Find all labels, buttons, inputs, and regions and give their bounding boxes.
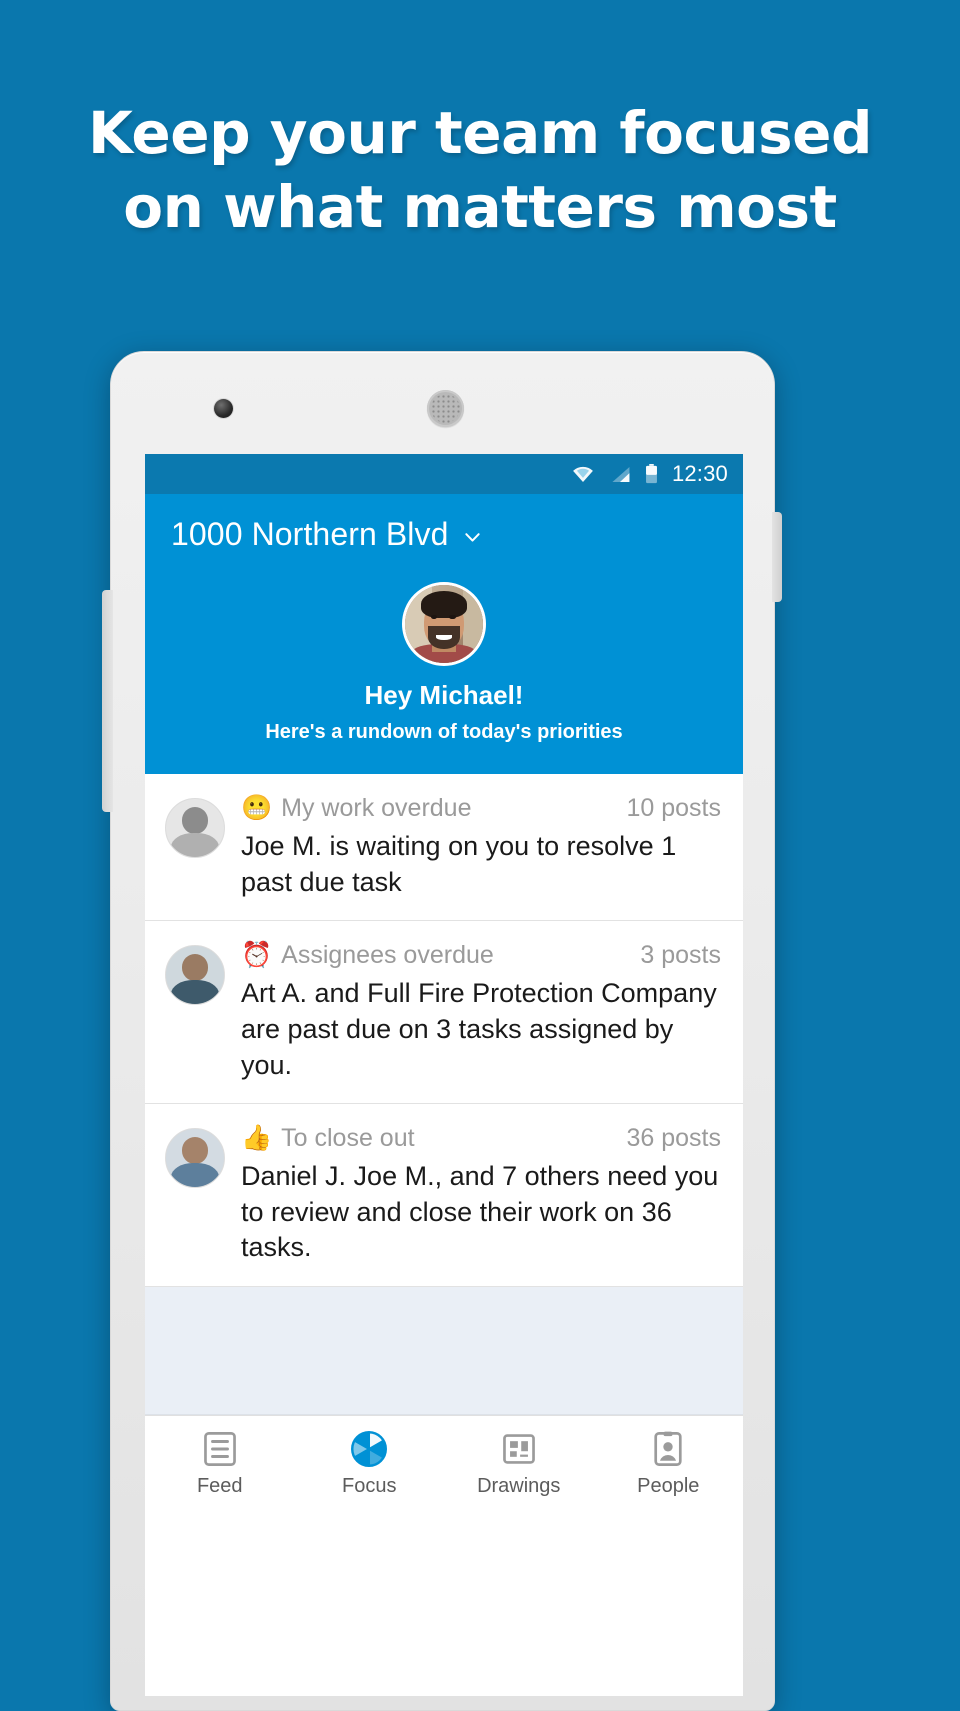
status-time: 12:30 xyxy=(671,461,728,486)
contact-avatar xyxy=(165,798,225,858)
nav-label-people: People xyxy=(637,1475,700,1497)
signal-icon xyxy=(609,466,631,483)
power-button[interactable] xyxy=(772,512,782,602)
item-category: 👍 To close out xyxy=(241,1124,415,1153)
feed-list-icon xyxy=(201,1430,239,1468)
front-camera-icon xyxy=(214,399,233,418)
item-post-count: 3 posts xyxy=(640,941,721,970)
earpiece-speaker-icon xyxy=(427,390,464,427)
promo-title: Keep your team focused on what matters m… xyxy=(0,96,960,244)
promo-title-line1: Keep your team focused xyxy=(87,99,873,167)
phone-device: 12:30 1000 Northern Blvd Hey Michael! He… xyxy=(102,351,782,1711)
list-item[interactable]: 😬 My work overdue 10 posts Joe M. is wai… xyxy=(145,774,743,922)
contact-avatar xyxy=(165,945,225,1006)
promo-headline: Keep your team focused on what matters m… xyxy=(0,96,960,244)
nav-label-drawings: Drawings xyxy=(477,1475,561,1497)
item-category: 😬 My work overdue xyxy=(241,794,472,823)
grimace-emoji-icon: 😬 xyxy=(241,794,273,822)
list-item[interactable]: ⏰ Assignees overdue 3 posts Art A. and F… xyxy=(145,921,743,1105)
wifi-icon xyxy=(571,466,595,483)
nav-item-feed[interactable]: Feed xyxy=(145,1430,295,1498)
app-bar: 1000 Northern Blvd xyxy=(145,494,743,556)
contact-avatar xyxy=(165,1128,225,1189)
item-category-label: To close out xyxy=(281,1124,415,1153)
chevron-down-icon[interactable] xyxy=(463,528,482,547)
item-body-text: Daniel J. Joe M., and 7 others need you … xyxy=(241,1161,719,1263)
status-bar: 12:30 xyxy=(145,454,743,494)
greeting-text: Hey Michael! xyxy=(364,680,524,710)
phone-screen: 12:30 1000 Northern Blvd Hey Michael! He… xyxy=(145,454,743,1696)
nav-item-focus[interactable]: Focus xyxy=(295,1430,445,1498)
project-title[interactable]: 1000 Northern Blvd xyxy=(171,516,449,553)
nav-label-focus: Focus xyxy=(342,1475,397,1497)
priority-feed-list: 😬 My work overdue 10 posts Joe M. is wai… xyxy=(145,774,743,1415)
alarm-clock-emoji-icon: ⏰ xyxy=(241,941,273,970)
item-body-text: Art A. and Full Fire Protection Company … xyxy=(241,978,717,1080)
item-category: ⏰ Assignees overdue xyxy=(241,941,494,970)
thumbs-up-emoji-icon: 👍 xyxy=(241,1124,273,1153)
blueprint-icon xyxy=(500,1430,538,1468)
feed-empty-area xyxy=(145,1287,743,1415)
nav-item-people[interactable]: People xyxy=(594,1430,744,1498)
volume-button[interactable] xyxy=(102,590,113,812)
hero-greeting-section: Hey Michael! Here's a rundown of today's… xyxy=(145,556,743,774)
nav-label-feed: Feed xyxy=(196,1475,243,1497)
item-post-count: 36 posts xyxy=(626,1124,721,1153)
item-post-count: 10 posts xyxy=(626,794,721,822)
battery-icon xyxy=(645,464,658,484)
list-item[interactable]: 👍 To close out 36 posts Daniel J. Joe M.… xyxy=(145,1104,743,1287)
greeting-subtitle: Here's a rundown of today's priorities xyxy=(265,721,623,743)
item-category-label: Assignees overdue xyxy=(281,941,494,970)
item-category-label: My work overdue xyxy=(281,794,472,822)
user-avatar[interactable] xyxy=(402,582,486,666)
aperture-icon xyxy=(350,1430,388,1468)
promo-title-line2: on what matters most xyxy=(123,173,837,242)
bottom-navigation: Feed Focus Drawings People xyxy=(145,1415,743,1514)
item-body-text: Joe M. is waiting on you to resolve 1 pa… xyxy=(241,831,677,897)
person-badge-icon xyxy=(649,1430,687,1468)
nav-item-drawings[interactable]: Drawings xyxy=(444,1430,594,1498)
